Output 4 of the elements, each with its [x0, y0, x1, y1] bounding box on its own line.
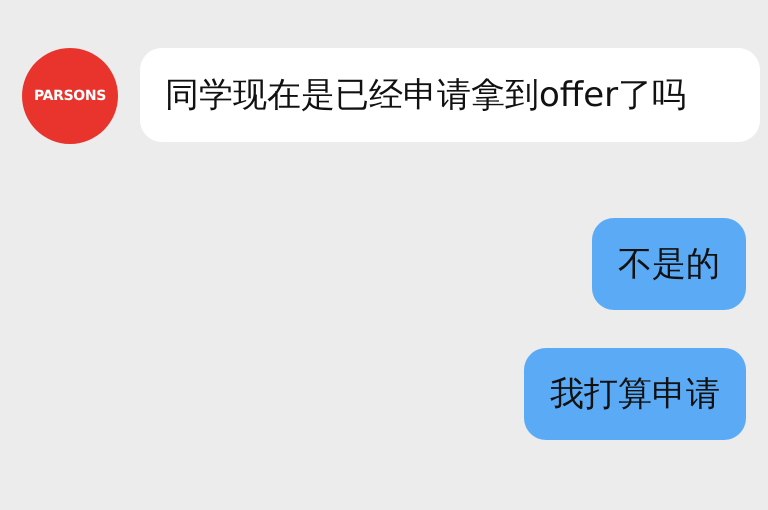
incoming-message-bubble: 同学现在是已经申请拿到offer了吗	[140, 48, 760, 142]
avatar-label: PARSONS	[34, 86, 106, 106]
outgoing-message-bubble: 我打算申请	[524, 348, 746, 440]
outgoing-message-bubble: 不是的	[592, 218, 746, 310]
